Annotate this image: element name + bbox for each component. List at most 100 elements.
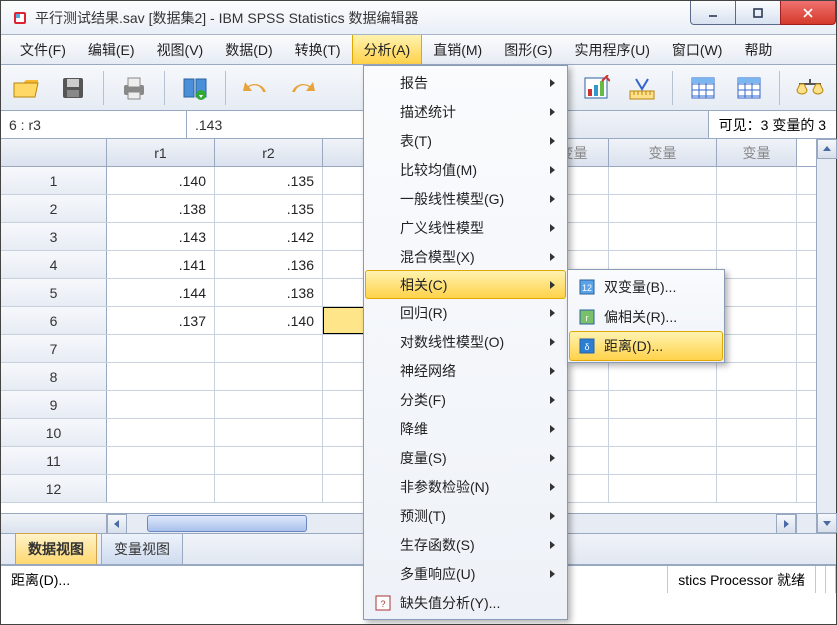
cell[interactable] xyxy=(215,419,323,446)
menu-item[interactable]: 非参数检验(N) xyxy=(366,472,565,501)
menu-transform[interactable]: 转换(T) xyxy=(284,35,352,64)
cell[interactable] xyxy=(717,279,797,306)
chart-button[interactable] xyxy=(578,70,614,106)
cell[interactable] xyxy=(609,419,717,446)
menu-item[interactable]: 多重响应(U) xyxy=(366,559,565,588)
cell[interactable] xyxy=(609,447,717,474)
cell[interactable] xyxy=(107,475,215,502)
row-number[interactable]: 2 xyxy=(1,195,107,222)
submenu-item[interactable]: δ距离(D)... xyxy=(569,331,723,361)
cell[interactable]: .141 xyxy=(107,251,215,278)
column-header-r1[interactable]: r1 xyxy=(107,139,215,166)
minimize-button[interactable] xyxy=(690,1,736,25)
menu-item[interactable]: 比较均值(M) xyxy=(366,155,565,184)
column-header-var[interactable]: 变量 xyxy=(609,139,717,166)
menu-item[interactable]: 预测(T) xyxy=(366,501,565,530)
cell[interactable] xyxy=(717,223,797,250)
cell[interactable] xyxy=(215,335,323,362)
row-number[interactable]: 5 xyxy=(1,279,107,306)
menu-data[interactable]: 数据(D) xyxy=(214,35,283,64)
menu-item[interactable]: 报告 xyxy=(366,68,565,97)
recall-dialog-button[interactable] xyxy=(177,70,213,106)
scroll-left-icon[interactable] xyxy=(107,514,127,533)
cell[interactable] xyxy=(717,363,797,390)
cell[interactable] xyxy=(717,167,797,194)
redo-button[interactable] xyxy=(284,70,320,106)
cell[interactable] xyxy=(609,363,717,390)
submenu-item[interactable]: 12双变量(B)... xyxy=(570,272,722,302)
cell[interactable] xyxy=(107,419,215,446)
cell[interactable]: .138 xyxy=(215,279,323,306)
cell[interactable] xyxy=(215,475,323,502)
tab-data-view[interactable]: 数据视图 xyxy=(15,533,97,564)
menu-item[interactable]: 描述统计 xyxy=(366,97,565,126)
cell[interactable] xyxy=(215,363,323,390)
menu-graphs[interactable]: 图形(G) xyxy=(493,35,563,64)
row-number[interactable]: 7 xyxy=(1,335,107,362)
menu-item[interactable]: 分类(F) xyxy=(366,385,565,414)
row-number[interactable]: 8 xyxy=(1,363,107,390)
cell[interactable] xyxy=(717,475,797,502)
menu-analyze[interactable]: 分析(A) xyxy=(352,35,423,64)
menu-help[interactable]: 帮助 xyxy=(733,35,783,64)
scroll-down-icon[interactable] xyxy=(817,513,837,533)
cell[interactable]: .144 xyxy=(107,279,215,306)
cell[interactable] xyxy=(215,391,323,418)
cell[interactable]: .136 xyxy=(215,251,323,278)
cell[interactable]: .135 xyxy=(215,167,323,194)
menu-item[interactable]: 一般线性模型(G) xyxy=(366,184,565,213)
ruler-button[interactable] xyxy=(624,70,660,106)
menu-file[interactable]: 文件(F) xyxy=(9,35,77,64)
menu-item[interactable]: 对数线性模型(O) xyxy=(366,327,565,356)
grid-button-1[interactable] xyxy=(685,70,721,106)
menu-item[interactable]: 回归(R) xyxy=(366,298,565,327)
menu-item[interactable]: 表(T) xyxy=(366,126,565,155)
open-button[interactable] xyxy=(9,70,45,106)
submenu-item[interactable]: r偏相关(R)... xyxy=(570,302,722,332)
menu-item[interactable]: 神经网络 xyxy=(366,356,565,385)
menu-direct-marketing[interactable]: 直销(M) xyxy=(422,35,493,64)
menu-item[interactable]: ?缺失值分析(Y)... xyxy=(366,588,565,617)
row-number[interactable]: 10 xyxy=(1,419,107,446)
cell[interactable] xyxy=(717,447,797,474)
cell[interactable] xyxy=(717,419,797,446)
cell[interactable]: .143 xyxy=(107,223,215,250)
cell[interactable] xyxy=(717,195,797,222)
print-button[interactable] xyxy=(116,70,152,106)
menu-window[interactable]: 窗口(W) xyxy=(661,35,734,64)
menu-item[interactable]: 生存函数(S) xyxy=(366,530,565,559)
vertical-scrollbar[interactable] xyxy=(816,139,836,533)
weight-button[interactable] xyxy=(792,70,828,106)
cell[interactable] xyxy=(717,251,797,278)
cell[interactable] xyxy=(107,363,215,390)
cell[interactable]: .137 xyxy=(107,307,215,334)
scroll-thumb[interactable] xyxy=(147,515,307,532)
cell[interactable] xyxy=(609,475,717,502)
cell[interactable] xyxy=(107,391,215,418)
cell[interactable]: .142 xyxy=(215,223,323,250)
row-number[interactable]: 1 xyxy=(1,167,107,194)
row-number[interactable]: 6 xyxy=(1,307,107,334)
cell[interactable] xyxy=(717,391,797,418)
save-button[interactable] xyxy=(55,70,91,106)
column-header-var[interactable]: 变量 xyxy=(717,139,797,166)
scroll-up-icon[interactable] xyxy=(817,139,837,159)
cell[interactable] xyxy=(717,307,797,334)
cell[interactable] xyxy=(609,167,717,194)
cell[interactable] xyxy=(717,335,797,362)
cell[interactable] xyxy=(609,391,717,418)
menu-edit[interactable]: 编辑(E) xyxy=(77,35,146,64)
row-number[interactable]: 11 xyxy=(1,447,107,474)
cell[interactable]: .138 xyxy=(107,195,215,222)
menu-view[interactable]: 视图(V) xyxy=(146,35,215,64)
row-number[interactable]: 12 xyxy=(1,475,107,502)
cell[interactable] xyxy=(107,335,215,362)
row-number[interactable]: 4 xyxy=(1,251,107,278)
scroll-right-icon[interactable] xyxy=(776,514,796,533)
cell[interactable] xyxy=(609,195,717,222)
row-number[interactable]: 3 xyxy=(1,223,107,250)
row-number[interactable]: 9 xyxy=(1,391,107,418)
cell[interactable] xyxy=(107,447,215,474)
grid-button-2[interactable] xyxy=(731,70,767,106)
column-header-r2[interactable]: r2 xyxy=(215,139,323,166)
